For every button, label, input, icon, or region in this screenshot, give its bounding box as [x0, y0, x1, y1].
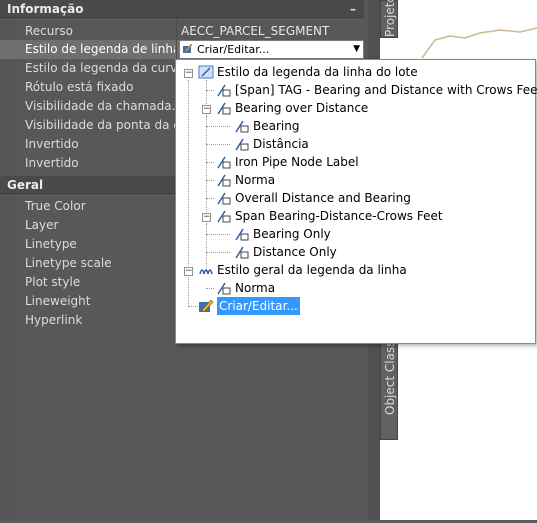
- edit-style-icon: [199, 299, 214, 313]
- chevron-down-icon[interactable]: ▼: [353, 41, 360, 58]
- tree-line: [206, 288, 214, 289]
- line-label-style-icon: [235, 138, 249, 151]
- tree-line: [206, 234, 230, 235]
- edit-style-icon: [183, 43, 193, 53]
- property-value: AECC_PARCEL_SEGMENT: [181, 24, 330, 38]
- property-label: Estilo da legenda da curva: [25, 61, 175, 75]
- property-row-resource[interactable]: Recurso AECC_PARCEL_SEGMENT: [0, 22, 364, 41]
- tab-projeto-label: Projeto: [383, 0, 397, 37]
- tree-label: [Span] TAG - Bearing and Distance with C…: [235, 83, 537, 97]
- property-label: True Color: [25, 199, 86, 213]
- style-folder-icon: [198, 65, 214, 79]
- collapse-toggle-icon[interactable]: −: [202, 213, 211, 222]
- tree-line: [206, 180, 214, 181]
- property-label: Linetype scale: [25, 256, 112, 270]
- tree-line: [206, 116, 207, 146]
- tree-line: [206, 90, 214, 91]
- property-label: Visibilidade da ponta da c...: [25, 118, 175, 132]
- section-title-general: Geral: [7, 178, 44, 192]
- tab-projeto[interactable]: Projeto: [380, 0, 398, 38]
- tree-line: [206, 144, 230, 145]
- tree-label: Bearing Only: [253, 227, 331, 241]
- tree-line: [188, 80, 189, 268]
- collapse-icon[interactable]: –: [350, 0, 356, 18]
- tree-label: Iron Pipe Node Label: [235, 155, 359, 169]
- tree-label: Span Bearing-Distance-Crows Feet: [235, 209, 443, 223]
- tree-label: Overall Distance and Bearing: [235, 191, 411, 205]
- combo-value: Criar/Editar...: [197, 43, 270, 56]
- tree-label: Estilo da legenda da linha do lote: [217, 65, 418, 79]
- tree-line: [188, 272, 189, 306]
- tree-line: [206, 126, 230, 127]
- section-title-info: Informação: [7, 2, 84, 16]
- property-label: Invertido: [25, 137, 79, 151]
- line-label-style-icon: [217, 174, 231, 187]
- line-label-style-icon: [217, 192, 231, 205]
- create-edit-label: Criar/Editar...: [217, 297, 300, 315]
- collapse-toggle-icon[interactable]: −: [184, 69, 193, 78]
- tree-label: Bearing: [253, 119, 300, 133]
- property-label: Linetype: [25, 237, 77, 251]
- line-label-style-combo[interactable]: Criar/Editar... ▼: [179, 40, 364, 59]
- style-dropdown-list[interactable]: − Estilo da legenda da linha do lote [Sp…: [175, 59, 537, 344]
- tree-label: Distância: [253, 137, 309, 151]
- property-label: Layer: [25, 218, 59, 232]
- line-label-style-icon: [217, 102, 231, 115]
- tree-label: Distance Only: [253, 245, 337, 259]
- collapse-toggle-icon[interactable]: −: [202, 105, 211, 114]
- tab-object-class-label: Object Class: [383, 340, 397, 415]
- property-label: Rótulo está fixado: [25, 80, 134, 94]
- line-label-style-icon: [235, 120, 249, 133]
- line-label-style-icon: [217, 282, 231, 295]
- collapse-toggle-icon[interactable]: −: [184, 267, 193, 276]
- tree-label: Estilo geral da legenda da linha: [217, 263, 407, 277]
- property-label: Invertido: [25, 156, 79, 170]
- line-label-style-icon: [217, 84, 231, 97]
- tree-label: Norma: [235, 173, 276, 187]
- general-style-icon: [199, 269, 213, 275]
- tree-line: [206, 224, 207, 254]
- tree-line: [206, 162, 214, 163]
- line-label-style-icon: [217, 210, 231, 223]
- property-label: Plot style: [25, 275, 81, 289]
- line-label-style-icon: [217, 156, 231, 169]
- property-label: Hyperlink: [25, 313, 83, 327]
- tree-label: Norma: [235, 281, 276, 295]
- line-label-style-icon: [235, 246, 249, 259]
- property-label: Visibilidade da chamada...: [25, 99, 175, 113]
- section-header-info[interactable]: Informação –: [0, 0, 364, 18]
- tree-label: Bearing over Distance: [235, 101, 369, 115]
- tree-line: [206, 252, 230, 253]
- tree-line: [206, 198, 214, 199]
- line-label-style-icon: [235, 228, 249, 241]
- tab-object-class[interactable]: Object Class: [380, 340, 398, 440]
- property-label: Estilo de legenda de linha: [25, 42, 175, 56]
- property-label: Recurso: [25, 24, 73, 38]
- property-label: Lineweight: [25, 294, 91, 308]
